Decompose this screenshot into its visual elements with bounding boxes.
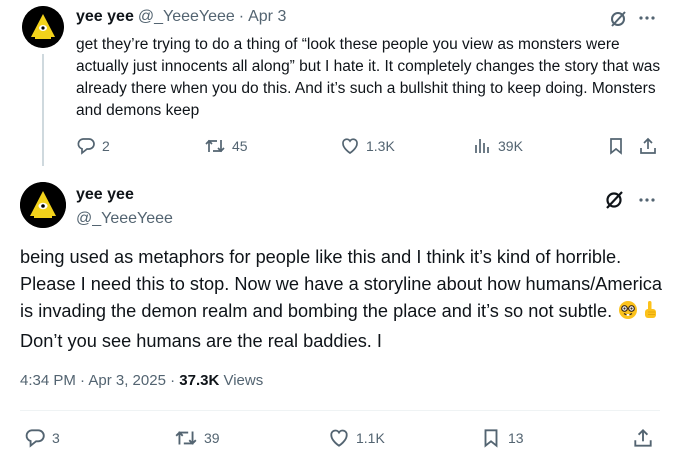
views-chart-icon xyxy=(472,136,492,156)
repost-icon xyxy=(204,136,226,156)
avatar[interactable] xyxy=(20,182,66,228)
tweet-header: yee yee @_YeeeYeee · Apr 3 xyxy=(76,8,286,26)
display-name[interactable]: yee yee xyxy=(76,186,134,204)
tweet-text-part1: being used as metaphors for people like … xyxy=(20,247,662,321)
like-count: 1.1K xyxy=(356,430,385,446)
heart-icon xyxy=(340,136,360,156)
reply-button[interactable]: 2 xyxy=(76,136,110,156)
divider xyxy=(20,410,660,411)
like-button[interactable]: 1.1K xyxy=(328,427,385,449)
tweet-text: get they’re trying to do a thing of “loo… xyxy=(76,36,661,119)
reply-icon xyxy=(76,136,96,156)
grok-icon[interactable] xyxy=(603,189,625,211)
tweet-text-part2: Don’t you see humans are the real baddie… xyxy=(20,331,382,351)
bookmark-icon xyxy=(480,427,502,449)
tweet-timestamp[interactable]: 4:34 PM · Apr 3, 2025 · xyxy=(20,372,179,389)
repost-icon xyxy=(174,427,198,449)
bookmark-button[interactable]: 13 xyxy=(480,427,524,449)
pointing-up-emoji xyxy=(640,300,660,328)
repost-button[interactable]: 39 xyxy=(174,427,220,449)
views-count: 39K xyxy=(498,138,523,154)
share-button[interactable] xyxy=(632,427,654,449)
grok-icon[interactable] xyxy=(608,9,628,29)
user-handle[interactable]: @_YeeeYeee xyxy=(76,210,173,228)
more-options-icon[interactable] xyxy=(638,9,656,27)
views-count[interactable]: 37.3K xyxy=(179,372,219,389)
repost-count: 45 xyxy=(232,138,248,154)
more-options-icon[interactable] xyxy=(638,191,656,209)
thread-line xyxy=(42,54,44,166)
avatar[interactable] xyxy=(22,6,64,48)
bookmark-icon xyxy=(606,136,626,156)
reply-count: 2 xyxy=(102,138,110,154)
bookmark-button[interactable] xyxy=(606,136,626,156)
tweet-date[interactable]: Apr 3 xyxy=(248,8,286,26)
share-button[interactable] xyxy=(638,136,658,156)
action-bar: 2 45 1.3K 39K xyxy=(76,136,666,158)
display-name[interactable]: yee yee xyxy=(76,8,134,26)
share-icon xyxy=(632,427,654,449)
bookmark-count: 13 xyxy=(508,430,524,446)
views-label: Views xyxy=(219,372,264,389)
like-button[interactable]: 1.3K xyxy=(340,136,395,156)
repost-count: 39 xyxy=(204,430,220,446)
heart-icon xyxy=(328,427,350,449)
separator-dot: · xyxy=(238,8,245,25)
share-icon xyxy=(638,136,658,156)
reply-button[interactable]: 3 xyxy=(24,427,60,449)
like-count: 1.3K xyxy=(366,138,395,154)
parent-tweet[interactable]: yee yee @_YeeeYeee · Apr 3 get they’re t… xyxy=(0,0,680,170)
tweet-meta: 4:34 PM · Apr 3, 2025 · 37.3K Views xyxy=(20,372,263,389)
tweet-text: being used as metaphors for people like … xyxy=(20,244,670,355)
reply-count: 3 xyxy=(52,430,60,446)
nerd-face-emoji xyxy=(618,300,638,328)
repost-button[interactable]: 45 xyxy=(204,136,248,156)
reply-icon xyxy=(24,427,46,449)
views-button[interactable]: 39K xyxy=(472,136,523,156)
user-handle[interactable]: @_YeeeYeee xyxy=(138,8,235,26)
